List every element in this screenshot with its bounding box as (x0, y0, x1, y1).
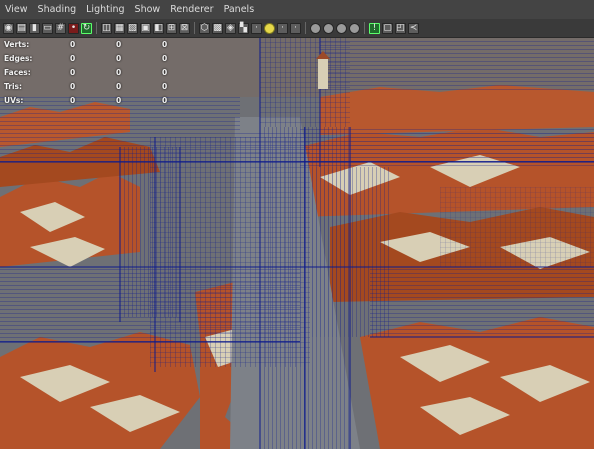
menu-shading[interactable]: Shading (33, 0, 82, 19)
grid-icon[interactable]: # (55, 22, 66, 34)
film-gate-icon[interactable]: ▢ (382, 22, 393, 34)
hud-row-edges: Edges: 0 0 0 (4, 53, 168, 63)
film-icon[interactable]: ▤ (16, 22, 27, 34)
snapshot-icon[interactable]: • (68, 22, 79, 34)
toolbar-separator (364, 22, 365, 34)
menu-renderer[interactable]: Renderer (165, 0, 218, 19)
menu-panels[interactable]: Panels (219, 0, 260, 19)
spot-light-icon[interactable]: · (290, 22, 301, 34)
resolution-gate-icon[interactable]: ! (369, 22, 380, 34)
xray-icon[interactable]: ⊠ (179, 22, 190, 34)
point-light-icon[interactable]: · (277, 22, 288, 34)
textured-icon[interactable]: ▧ (127, 22, 138, 34)
3d-viewport[interactable]: Verts: 0 0 0 Edges: 0 0 0 Faces: 0 0 0 T… (0, 37, 594, 449)
panel-toolbar: ◉ ▤ ▮ ▭ # • ↻ ◫ ▦ ▧ ▣ ◧ ⊞ ⊠ ⬡ ▩ ◈ ▚ · · … (0, 19, 594, 38)
cube-wire-icon[interactable]: ⬡ (199, 22, 210, 34)
shadows-icon[interactable]: ◧ (153, 22, 164, 34)
default-light-icon[interactable]: · (251, 22, 262, 34)
menu-view[interactable]: View (0, 0, 33, 19)
panel-menubar: View Shading Lighting Show Renderer Pane… (0, 0, 594, 19)
wireframe-icon[interactable]: ◫ (101, 22, 112, 34)
sphere-icon[interactable] (310, 22, 321, 34)
cube-textured-icon[interactable]: ◈ (225, 22, 236, 34)
hud-row-verts: Verts: 0 0 0 (4, 39, 168, 49)
sphere-shaded-icon[interactable] (336, 22, 347, 34)
toolbar-separator (96, 22, 97, 34)
toolbar-separator (305, 22, 306, 34)
sun-icon[interactable] (264, 22, 275, 34)
isolate-icon[interactable]: ↻ (81, 22, 92, 34)
lights-icon[interactable]: ▣ (140, 22, 151, 34)
cube-shaded-icon[interactable]: ▩ (212, 22, 223, 34)
hud-row-faces: Faces: 0 0 0 (4, 67, 168, 77)
share-icon[interactable]: ≺ (408, 22, 419, 34)
smooth-shade-icon[interactable]: ▦ (114, 22, 125, 34)
poly-count-hud: Verts: 0 0 0 Edges: 0 0 0 Faces: 0 0 0 T… (4, 37, 208, 107)
hud-row-tris: Tris: 0 0 0 (4, 81, 168, 91)
sphere-smooth-icon[interactable] (323, 22, 334, 34)
menu-lighting[interactable]: Lighting (81, 0, 129, 19)
camera-icon[interactable]: ◉ (3, 22, 14, 34)
bookmark-icon[interactable]: ▮ (29, 22, 40, 34)
toolbar-separator (194, 22, 195, 34)
hud-row-uvs: UVs: 0 0 0 (4, 95, 168, 105)
sphere-rim-icon[interactable] (349, 22, 360, 34)
maya-viewport-window: View Shading Lighting Show Renderer Pane… (0, 0, 594, 449)
tower (316, 51, 330, 89)
grid-view-icon[interactable]: ⊞ (166, 22, 177, 34)
image-plane-icon[interactable]: ▭ (42, 22, 53, 34)
menu-show[interactable]: Show (130, 0, 166, 19)
safe-area-icon[interactable]: ◰ (395, 22, 406, 34)
checker-icon[interactable]: ▚ (238, 22, 249, 34)
